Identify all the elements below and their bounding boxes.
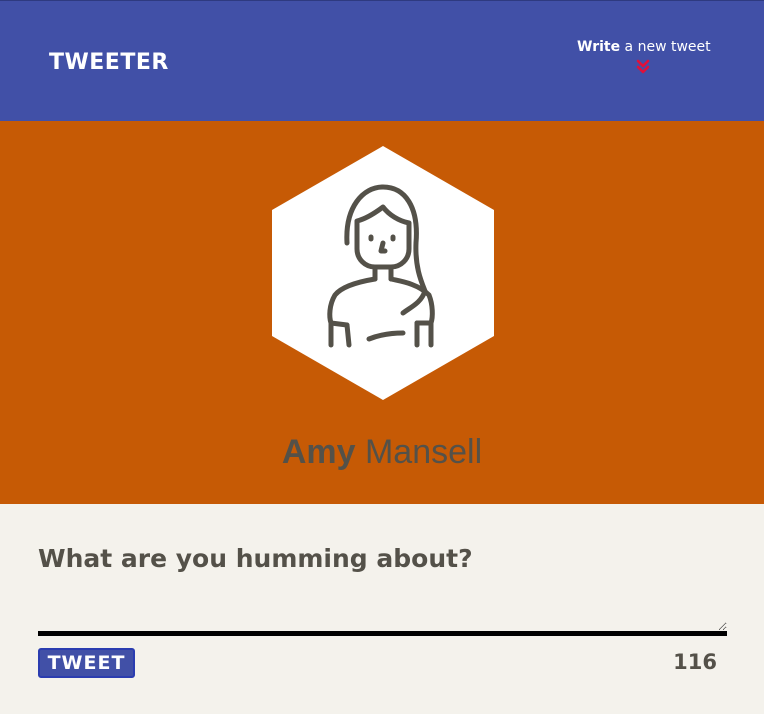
app-header: TWEETER Write a new tweet — [0, 0, 764, 121]
write-new-tweet-toggle[interactable]: Write a new tweet — [577, 39, 711, 87]
profile-section: Amy Mansell — [0, 121, 764, 504]
write-label-strong: Write — [577, 39, 621, 55]
char-counter: 116 — [673, 650, 717, 674]
avatar — [271, 145, 495, 401]
app-logo: TWEETER — [49, 50, 169, 75]
compose-section: TWEET 116 — [0, 504, 764, 714]
profile-last-name: Mansell — [364, 433, 483, 471]
write-label-rest: a new tweet — [624, 39, 711, 55]
profile-name: Amy Mansell — [0, 433, 764, 472]
tweet-button[interactable]: TWEET — [38, 648, 135, 678]
profile-first-name: Amy — [281, 433, 356, 471]
tweet-input[interactable] — [38, 540, 727, 636]
double-chevron-down-icon — [636, 59, 650, 74]
user-avatar-icon — [272, 146, 494, 400]
write-new-tweet-label: Write a new tweet — [577, 39, 711, 55]
